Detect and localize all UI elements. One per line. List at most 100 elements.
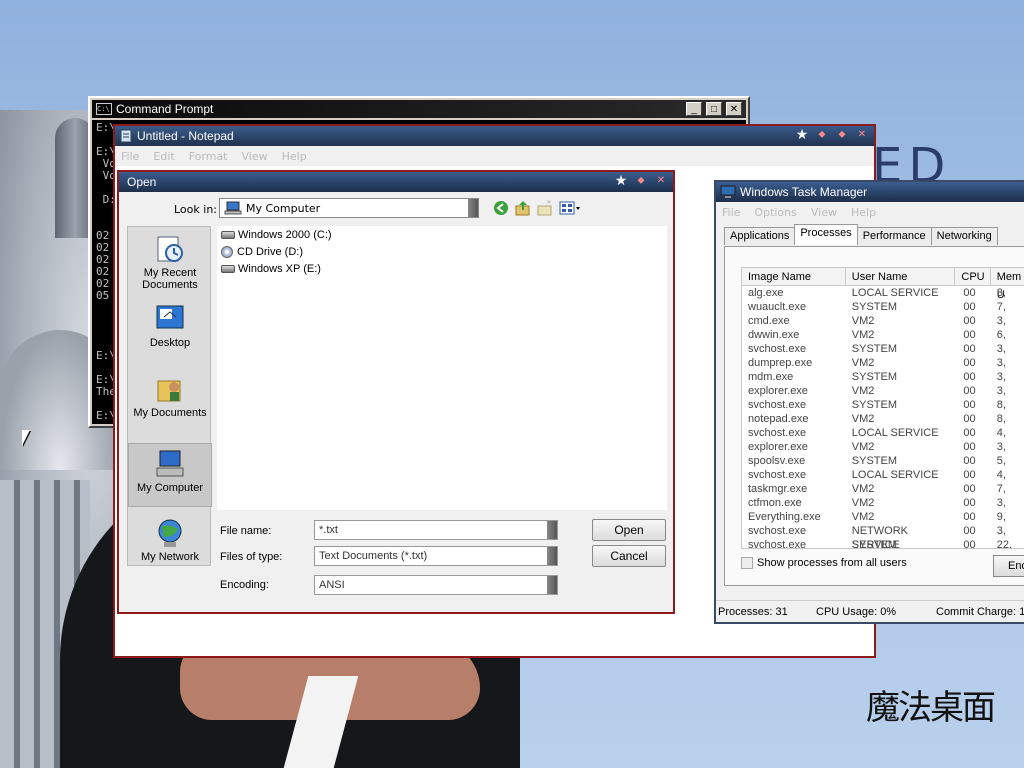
tab-networking[interactable]: Networking — [930, 227, 998, 245]
process-user: VM2 — [851, 385, 875, 397]
pin-star-icon[interactable]: ★ — [794, 127, 810, 142]
menu-edit[interactable]: Edit — [153, 150, 174, 163]
process-image: dumprep.exe — [748, 357, 813, 369]
dropdown-arrow-icon[interactable] — [468, 199, 478, 217]
files-of-type-label: Files of type: — [220, 551, 283, 563]
new-folder-icon[interactable]: * — [537, 200, 553, 216]
open-dialog[interactable]: Open ★ ⬥ ✕ Look in: My Computer * My Rec… — [117, 170, 675, 614]
table-row[interactable]: explorer.exe VM2 00 3, — [742, 440, 1024, 454]
file-name: Windows XP (E:) — [238, 262, 321, 275]
show-all-processes-label: Show processes from all users — [757, 557, 907, 569]
process-user: VM2 — [851, 329, 875, 341]
menu-file[interactable]: File — [121, 150, 139, 163]
table-row[interactable]: svchost.exe SYSTEM 00 3, — [742, 342, 1024, 356]
file-name-field[interactable]: *.txt — [314, 520, 558, 540]
file-name-label: File name: — [220, 525, 272, 537]
process-table[interactable]: Image Name User Name CPU Mem U alg.exe LO… — [741, 267, 1024, 549]
shade-button[interactable]: ⬥ — [633, 174, 649, 188]
process-cpu: 00 — [963, 357, 976, 369]
minimize-button[interactable]: _ — [686, 102, 702, 116]
tab-performance[interactable]: Performance — [856, 227, 932, 245]
hard-drive-icon — [221, 264, 235, 273]
table-row[interactable]: dumprep.exe VM2 00 3, — [742, 356, 1024, 370]
menu-view[interactable]: View — [811, 206, 837, 219]
column-user-name[interactable]: User Name — [846, 268, 956, 285]
table-row[interactable]: alg.exe LOCAL SERVICE 00 3, — [742, 286, 1024, 300]
place-my-computer[interactable]: My Computer — [128, 443, 212, 507]
notepad-titlebar[interactable]: Untitled - Notepad ★ ⬥ ⬥ ✕ — [115, 126, 874, 146]
process-user: NETWORK SERVICE — [851, 525, 908, 549]
menu-file[interactable]: File — [722, 206, 740, 219]
process-cpu: 00 — [963, 497, 976, 509]
restore-button[interactable]: ⬥ — [834, 128, 850, 142]
back-icon[interactable] — [493, 200, 509, 216]
place-my-network[interactable]: My Network — [128, 517, 212, 563]
command-prompt-icon: C:\ — [96, 103, 112, 115]
task-manager-titlebar[interactable]: Windows Task Manager — [716, 182, 1024, 202]
table-row[interactable]: svchost.exe SYSTEM 00 8, — [742, 398, 1024, 412]
end-process-button[interactable]: End — [993, 555, 1024, 577]
dropdown-arrow-icon[interactable] — [547, 576, 557, 594]
column-mem-usage[interactable]: Mem U — [991, 268, 1024, 301]
open-button[interactable]: Open — [592, 519, 666, 541]
table-row[interactable]: wuauclt.exe SYSTEM 00 7, — [742, 300, 1024, 314]
pin-star-icon[interactable]: ★ — [613, 173, 629, 188]
column-cpu[interactable]: CPU — [955, 268, 991, 285]
table-row[interactable]: svchost.exe LOCAL SERVICE 00 4, — [742, 468, 1024, 482]
views-menu-icon[interactable] — [559, 200, 581, 216]
encoding-dropdown[interactable]: ANSI — [314, 575, 558, 595]
table-row[interactable]: ctfmon.exe VM2 00 3, — [742, 496, 1024, 510]
close-button[interactable]: ✕ — [854, 128, 870, 142]
table-row[interactable]: svchost.exe SYSTEM 00 22, — [742, 538, 1024, 548]
process-cpu: 00 — [963, 315, 976, 327]
table-row[interactable]: svchost.exe LOCAL SERVICE 00 4, — [742, 426, 1024, 440]
dropdown-arrow-icon[interactable] — [547, 547, 557, 565]
process-user: SYSTEM — [851, 301, 897, 313]
place-my-documents[interactable]: My Documents — [128, 373, 212, 419]
files-of-type-dropdown[interactable]: Text Documents (*.txt) — [314, 546, 558, 566]
place-desktop[interactable]: Desktop — [128, 303, 212, 349]
task-manager-window[interactable]: Windows Task Manager File Options View H… — [714, 180, 1024, 624]
place-my-recent-documents[interactable]: My Recent Documents — [128, 233, 212, 291]
process-mem: 8, — [996, 413, 1006, 425]
process-image: spoolsv.exe — [748, 455, 806, 467]
table-row[interactable]: mdm.exe SYSTEM 00 3, — [742, 370, 1024, 384]
menu-help[interactable]: Help — [282, 150, 307, 163]
tab-processes[interactable]: Processes — [794, 224, 858, 245]
up-folder-icon[interactable] — [515, 200, 531, 216]
table-row[interactable]: svchost.exe NETWORK SERVICE 00 3, — [742, 524, 1024, 549]
list-item[interactable]: Windows XP (E:) — [217, 260, 667, 277]
navigation-toolbar: * — [493, 200, 581, 216]
table-row[interactable]: explorer.exe VM2 00 3, — [742, 384, 1024, 398]
column-image-name[interactable]: Image Name — [742, 268, 846, 285]
look-in-dropdown[interactable]: My Computer — [219, 198, 479, 218]
my-computer-icon — [156, 450, 184, 477]
command-prompt-titlebar[interactable]: C:\ Command Prompt _ □ ✕ — [92, 100, 746, 118]
table-row[interactable]: spoolsv.exe SYSTEM 00 5, — [742, 454, 1024, 468]
table-row[interactable]: dwwin.exe VM2 00 6, — [742, 328, 1024, 342]
close-button[interactable]: ✕ — [726, 102, 742, 116]
process-mem: 9, — [996, 511, 1006, 523]
dropdown-arrow-icon[interactable] — [547, 521, 557, 539]
list-item[interactable]: CD Drive (D:) — [217, 243, 667, 260]
process-mem: 3, — [996, 357, 1006, 369]
list-item[interactable]: Windows 2000 (C:) — [217, 226, 667, 243]
open-dialog-titlebar[interactable]: Open ★ ⬥ ✕ — [119, 172, 673, 192]
processes-panel: Image Name User Name CPU Mem U alg.exe LO… — [724, 246, 1024, 586]
menu-view[interactable]: View — [242, 150, 268, 163]
table-row[interactable]: taskmgr.exe VM2 00 7, — [742, 482, 1024, 496]
table-row[interactable]: notepad.exe VM2 00 8, — [742, 412, 1024, 426]
tab-applications[interactable]: Applications — [724, 227, 796, 245]
close-button[interactable]: ✕ — [653, 174, 669, 188]
menu-format[interactable]: Format — [189, 150, 228, 163]
table-row[interactable]: cmd.exe VM2 00 3, — [742, 314, 1024, 328]
menu-options[interactable]: Options — [754, 206, 796, 219]
maximize-button[interactable]: □ — [706, 102, 722, 116]
cancel-button[interactable]: Cancel — [592, 545, 666, 567]
menu-help[interactable]: Help — [851, 206, 876, 219]
table-row[interactable]: Everything.exe VM2 00 9, — [742, 510, 1024, 524]
show-all-processes-checkbox[interactable] — [741, 557, 753, 569]
file-list[interactable]: Windows 2000 (C:) CD Drive (D:) Windows … — [217, 226, 667, 510]
show-all-processes-option[interactable]: Show processes from all users — [741, 557, 907, 569]
shade-button[interactable]: ⬥ — [814, 128, 830, 142]
